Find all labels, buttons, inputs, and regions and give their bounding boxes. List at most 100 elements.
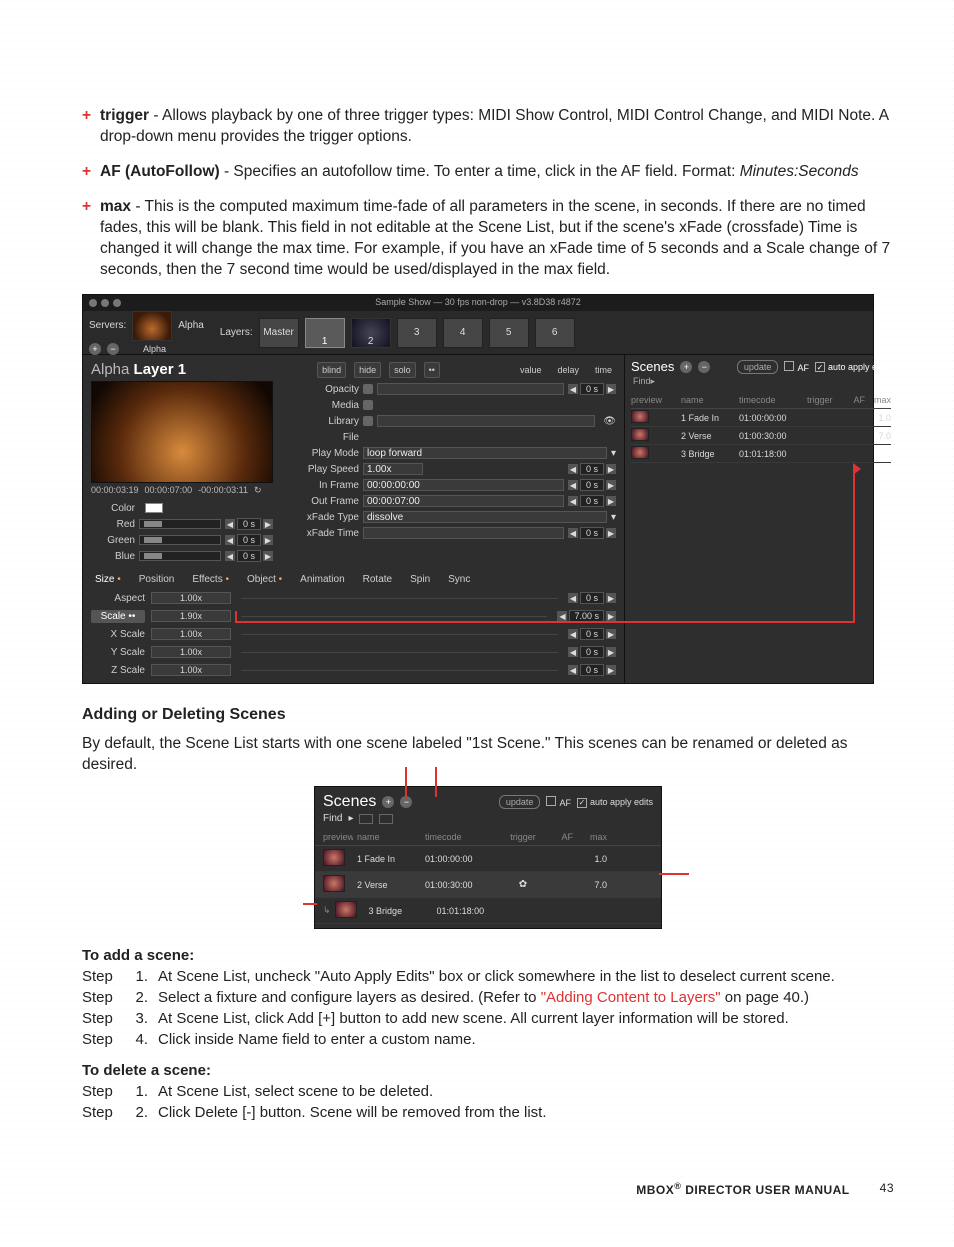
dropdown-icon[interactable]: ▾ xyxy=(611,512,616,523)
inframe-value[interactable]: 00:00:00:00 xyxy=(363,479,564,491)
param-value[interactable]: 1.00x xyxy=(151,628,231,640)
scene-row[interactable]: 2 Verse 01:00:30:00 7.0 xyxy=(631,427,891,445)
find-field[interactable]: Find xyxy=(323,813,342,824)
eye-icon[interactable]: 👁 xyxy=(603,416,616,427)
af-toggle[interactable]: AF xyxy=(546,796,571,808)
param-value[interactable]: 1.00x xyxy=(151,592,231,604)
xfadetime-value[interactable] xyxy=(363,527,564,539)
param-track[interactable] xyxy=(241,634,558,635)
dec-icon[interactable]: ◀ xyxy=(568,496,578,506)
dec-icon[interactable]: ◀ xyxy=(557,611,567,621)
dropdown-icon[interactable]: ▾ xyxy=(611,448,616,459)
scene-row[interactable]: 1 Fade In 01:00:00:00 1.0 xyxy=(631,409,891,427)
param-time[interactable]: 0 s xyxy=(580,664,604,676)
layer-tab-master[interactable]: Master xyxy=(259,318,299,348)
autoapply-toggle[interactable]: ✓auto apply edits xyxy=(577,797,653,808)
layer-tab-1[interactable]: 1 xyxy=(305,318,345,348)
dec-icon[interactable]: ◀ xyxy=(568,629,578,639)
inc-icon[interactable]: ▶ xyxy=(263,535,273,545)
filter-icon[interactable] xyxy=(379,814,393,824)
server-thumbnail[interactable] xyxy=(132,311,172,341)
param-value[interactable]: 1.00x xyxy=(151,646,231,658)
layer-tab-6[interactable]: 6 xyxy=(535,318,575,348)
scene-row[interactable]: 1 Fade In 01:00:00:00 1.0 xyxy=(315,846,661,872)
remove-server-button[interactable]: − xyxy=(107,343,119,355)
param-track[interactable] xyxy=(241,652,558,653)
blind-button[interactable]: blind xyxy=(317,362,346,378)
layer-tab-5[interactable]: 5 xyxy=(489,318,529,348)
playmode-value[interactable]: loop forward xyxy=(363,447,607,459)
inc-icon[interactable]: ▶ xyxy=(263,519,273,529)
autoapply-toggle[interactable]: ✓auto apply edits xyxy=(815,362,891,373)
layer-tab-3[interactable]: 3 xyxy=(397,318,437,348)
blue-time[interactable]: 0 s xyxy=(237,550,261,562)
tab-position[interactable]: Position xyxy=(139,574,175,585)
scene-row[interactable]: 2 Verse 01:00:30:00 ✿ 7.0 xyxy=(315,872,661,898)
green-slider[interactable] xyxy=(139,535,221,545)
af-toggle[interactable]: AF xyxy=(784,361,809,373)
tab-size[interactable]: Size xyxy=(95,574,121,585)
delete-scene-button[interactable]: − xyxy=(698,361,710,373)
tab-effects[interactable]: Effects xyxy=(192,574,229,585)
dec-icon[interactable]: ◀ xyxy=(568,480,578,490)
red-time[interactable]: 0 s xyxy=(237,518,261,530)
update-button[interactable]: update xyxy=(499,795,541,809)
layer-tab-2[interactable]: 2 xyxy=(351,318,391,348)
add-scene-button[interactable]: + xyxy=(680,361,692,373)
add-server-button[interactable]: + xyxy=(89,343,101,355)
dec-icon[interactable]: ◀ xyxy=(568,464,578,474)
tab-spin[interactable]: Spin xyxy=(410,574,430,585)
xfadetime-time[interactable]: 0 s xyxy=(580,527,604,539)
playspeed-value[interactable]: 1.00x xyxy=(363,463,423,475)
traffic-light-icon[interactable] xyxy=(101,299,109,307)
library-value[interactable] xyxy=(377,415,595,427)
tab-rotate[interactable]: Rotate xyxy=(363,574,392,585)
inc-icon[interactable]: ▶ xyxy=(606,611,616,621)
dec-icon[interactable]: ◀ xyxy=(568,593,578,603)
dec-icon[interactable]: ◀ xyxy=(568,647,578,657)
opacity-time[interactable]: 0 s xyxy=(580,383,604,395)
dec-icon[interactable]: ◀ xyxy=(225,551,235,561)
color-swatch[interactable] xyxy=(145,503,163,513)
param-time[interactable]: 0 s xyxy=(580,592,604,604)
opacity-value[interactable] xyxy=(377,383,564,395)
scene-trigger[interactable]: ✿ xyxy=(503,879,543,890)
scene-row[interactable]: ↳ 3 Bridge 01:01:18:00 xyxy=(315,898,661,924)
param-value[interactable]: 1.90x xyxy=(151,610,231,622)
dec-icon[interactable]: ◀ xyxy=(225,535,235,545)
blue-slider[interactable] xyxy=(139,551,221,561)
traffic-light-icon[interactable] xyxy=(89,299,97,307)
link-icon[interactable]: •• xyxy=(424,362,440,378)
param-time[interactable]: 0 s xyxy=(580,646,604,658)
inc-icon[interactable]: ▶ xyxy=(606,665,616,675)
param-track[interactable] xyxy=(241,616,547,617)
inc-icon[interactable]: ▶ xyxy=(606,480,616,490)
update-button[interactable]: update xyxy=(737,360,779,374)
red-slider[interactable] xyxy=(139,519,221,529)
dot-icon[interactable] xyxy=(363,416,373,426)
dec-icon[interactable]: ◀ xyxy=(225,519,235,529)
dec-icon[interactable]: ◀ xyxy=(568,528,578,538)
delete-scene-button[interactable]: − xyxy=(400,796,412,808)
outframe-time[interactable]: 0 s xyxy=(580,495,604,507)
add-scene-button[interactable]: + xyxy=(382,796,394,808)
dec-icon[interactable]: ◀ xyxy=(568,384,578,394)
inframe-time[interactable]: 0 s xyxy=(580,479,604,491)
tab-sync[interactable]: Sync xyxy=(448,574,470,585)
xfadetype-value[interactable]: dissolve xyxy=(363,511,607,523)
outframe-value[interactable]: 00:00:07:00 xyxy=(363,495,564,507)
inc-icon[interactable]: ▶ xyxy=(606,384,616,394)
inc-icon[interactable]: ▶ xyxy=(606,528,616,538)
traffic-light-icon[interactable] xyxy=(113,299,121,307)
find-field[interactable]: Find▸ xyxy=(631,374,891,391)
dot-icon[interactable] xyxy=(363,400,373,410)
param-track[interactable] xyxy=(241,670,558,671)
hide-button[interactable]: hide xyxy=(354,362,381,378)
dot-icon[interactable] xyxy=(363,384,373,394)
link-adding-content[interactable]: "Adding Content to Layers" xyxy=(541,989,721,1006)
inc-icon[interactable]: ▶ xyxy=(263,551,273,561)
scene-row[interactable]: 3 Bridge 01:01:18:00 xyxy=(631,445,891,463)
dec-icon[interactable]: ◀ xyxy=(568,665,578,675)
inc-icon[interactable]: ▶ xyxy=(606,647,616,657)
param-track[interactable] xyxy=(241,598,558,599)
